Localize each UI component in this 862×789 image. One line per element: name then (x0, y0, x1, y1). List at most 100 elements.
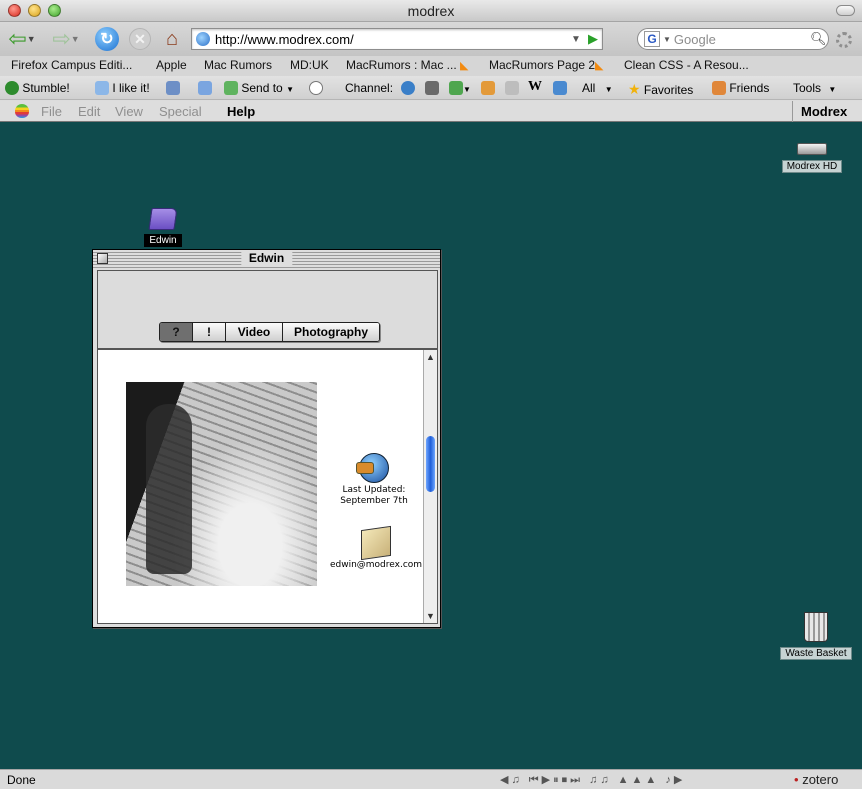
apple-logo-icon[interactable] (15, 104, 29, 118)
scroll-thumb[interactable] (426, 436, 435, 492)
bookmark-item[interactable]: Mac Rumors (204, 58, 272, 72)
globe-icon (401, 81, 415, 95)
tab-photography[interactable]: Photography (283, 323, 379, 341)
bookmark-item[interactable]: MD:UK (290, 58, 329, 72)
media-controls[interactable]: ◀♫ ⏮▶⏸⏹⏭ ♫♫ ▲▲▲ ♪▶ (500, 773, 685, 787)
comment-button[interactable] (309, 81, 323, 95)
like-button[interactable]: I like it! (95, 81, 150, 95)
tab-video[interactable]: Video (226, 323, 283, 341)
zotero-label: zotero (802, 772, 839, 787)
back-arrow-icon: ⇦ (8, 26, 27, 51)
zotero-button[interactable]: • zotero (794, 772, 838, 787)
activity-throbber-icon (836, 32, 852, 48)
tags-icon (505, 81, 519, 95)
friends-icon (712, 81, 726, 95)
send-to-button[interactable]: Send to ▼ (224, 81, 294, 95)
menu-special[interactable]: Special (159, 104, 202, 119)
bookmark-item[interactable]: MacRumors Page 2◣ (489, 58, 604, 72)
home-button[interactable]: ⌂ (158, 26, 186, 52)
email-block[interactable]: edwin@modrex.com (326, 525, 426, 571)
search-icon[interactable]: 🔍︎ (810, 31, 828, 47)
tv-icon (425, 81, 439, 95)
hard-drive-icon (797, 143, 827, 155)
bookmark-label: MacRumors : Mac ... (346, 58, 457, 72)
tag-button[interactable] (198, 81, 212, 95)
chevron-down-icon: ▼ (26, 34, 36, 44)
chevron-down-icon: ▼ (463, 85, 471, 94)
bookmark-item[interactable]: Apple (156, 58, 187, 72)
bookmarks-toolbar: Firefox Campus Editi... Apple Mac Rumors… (0, 56, 862, 76)
channel-mix-button[interactable]: ▼ (449, 81, 471, 95)
thumbs-up-icon (95, 81, 109, 95)
window-header: ? ! Video Photography (97, 270, 438, 349)
shuffle-icon (449, 81, 463, 95)
menu-help[interactable]: Help (227, 104, 255, 119)
forward-button[interactable]: ⇨ ▼ (48, 26, 84, 52)
tab-news[interactable]: ! (193, 323, 226, 341)
url-bar[interactable]: http://www.modrex.com/ ▼ ▶ (191, 28, 603, 50)
go-button[interactable]: ▶ (584, 31, 602, 47)
shadow-figure (146, 404, 192, 574)
channel-video-button[interactable] (425, 81, 439, 95)
url-history-dropdown-icon[interactable]: ▼ (568, 34, 584, 45)
channel-label: Channel: (345, 81, 394, 95)
favorites-label: Favorites (643, 83, 694, 97)
all-label: All (582, 81, 596, 95)
edwin-window[interactable]: Edwin ? ! Video Photography Last Updated… (92, 249, 441, 628)
folder-desktop-icon[interactable]: Edwin (141, 208, 185, 247)
reload-button[interactable]: ↻ (94, 26, 120, 52)
bookmark-item[interactable]: Firefox Campus Editi... (11, 58, 132, 72)
scroll-down-icon[interactable]: ▼ (426, 611, 435, 621)
menu-edit[interactable]: Edit (78, 104, 100, 119)
chevron-down-icon: ▼ (604, 85, 613, 94)
trash-desktop-icon[interactable]: Waste Basket (778, 612, 854, 660)
search-box[interactable]: G ▼ Google 🔍︎ (637, 28, 829, 50)
window-content: Last Updated: September 7th edwin@modrex… (97, 349, 438, 624)
window-close-box[interactable] (97, 253, 108, 264)
bookmark-item[interactable]: MacRumors : Mac ... ◣ (346, 58, 469, 72)
last-updated-label: Last Updated: (342, 485, 406, 495)
tools-label: Tools (793, 81, 822, 95)
menu-view[interactable]: View (115, 104, 143, 119)
channel-tags-button[interactable] (505, 81, 519, 95)
all-channels-dropdown[interactable]: All ▼ (582, 81, 613, 95)
last-updated-block[interactable]: Last Updated: September 7th (330, 453, 418, 507)
stumble-button[interactable]: Stumble! (5, 81, 70, 95)
menu-file[interactable]: File (41, 104, 62, 119)
chevron-down-icon: ▼ (828, 85, 837, 94)
back-button[interactable]: ⇦ ▼ (4, 26, 40, 52)
window-titlebar[interactable]: Edwin (93, 250, 440, 268)
window-title: Edwin (240, 251, 293, 265)
channel-people-button[interactable] (481, 81, 495, 95)
friends-label: Friends (729, 81, 770, 95)
brand-label: Modrex (792, 101, 862, 122)
vertical-scrollbar[interactable]: ▲ ▼ (423, 350, 437, 623)
tools-dropdown[interactable]: Tools ▼ (793, 81, 836, 95)
bookmark-item[interactable]: Clean CSS - A Resou... (624, 58, 749, 72)
stumble-label: Stumble! (22, 81, 70, 95)
favorites-button[interactable]: ★ Favorites (628, 81, 693, 98)
stop-button[interactable]: ✕ (127, 26, 153, 52)
url-text[interactable]: http://www.modrex.com/ (215, 32, 568, 47)
engine-dropdown-icon[interactable]: ▼ (663, 35, 671, 44)
stumbleupon-icon (5, 81, 19, 95)
trash-icon (804, 612, 828, 642)
zotero-icon: • (794, 772, 799, 787)
tab-about[interactable]: ? (160, 323, 193, 341)
mail-icon (361, 525, 391, 561)
google-engine-icon[interactable]: G (644, 31, 660, 47)
scroll-up-icon[interactable]: ▲ (426, 352, 435, 362)
wikipedia-icon[interactable]: W (528, 79, 542, 95)
friends-button[interactable]: Friends (712, 81, 769, 95)
bookmark-label: MacRumors Page 2 (489, 58, 596, 72)
stop-icon: ✕ (129, 28, 151, 50)
photo-icon (553, 81, 567, 95)
email-link[interactable]: edwin@modrex.com (326, 560, 426, 571)
channel-web-button[interactable] (401, 81, 415, 95)
search-input[interactable]: Google (674, 32, 810, 47)
hard-drive-desktop-icon[interactable]: Modrex HD (781, 143, 843, 173)
dislike-button[interactable] (166, 81, 180, 95)
mac-menubar: File Edit View Special Help Modrex (0, 101, 862, 122)
toolbar-toggle-button[interactable] (836, 5, 855, 16)
channel-photos-button[interactable] (553, 81, 567, 95)
